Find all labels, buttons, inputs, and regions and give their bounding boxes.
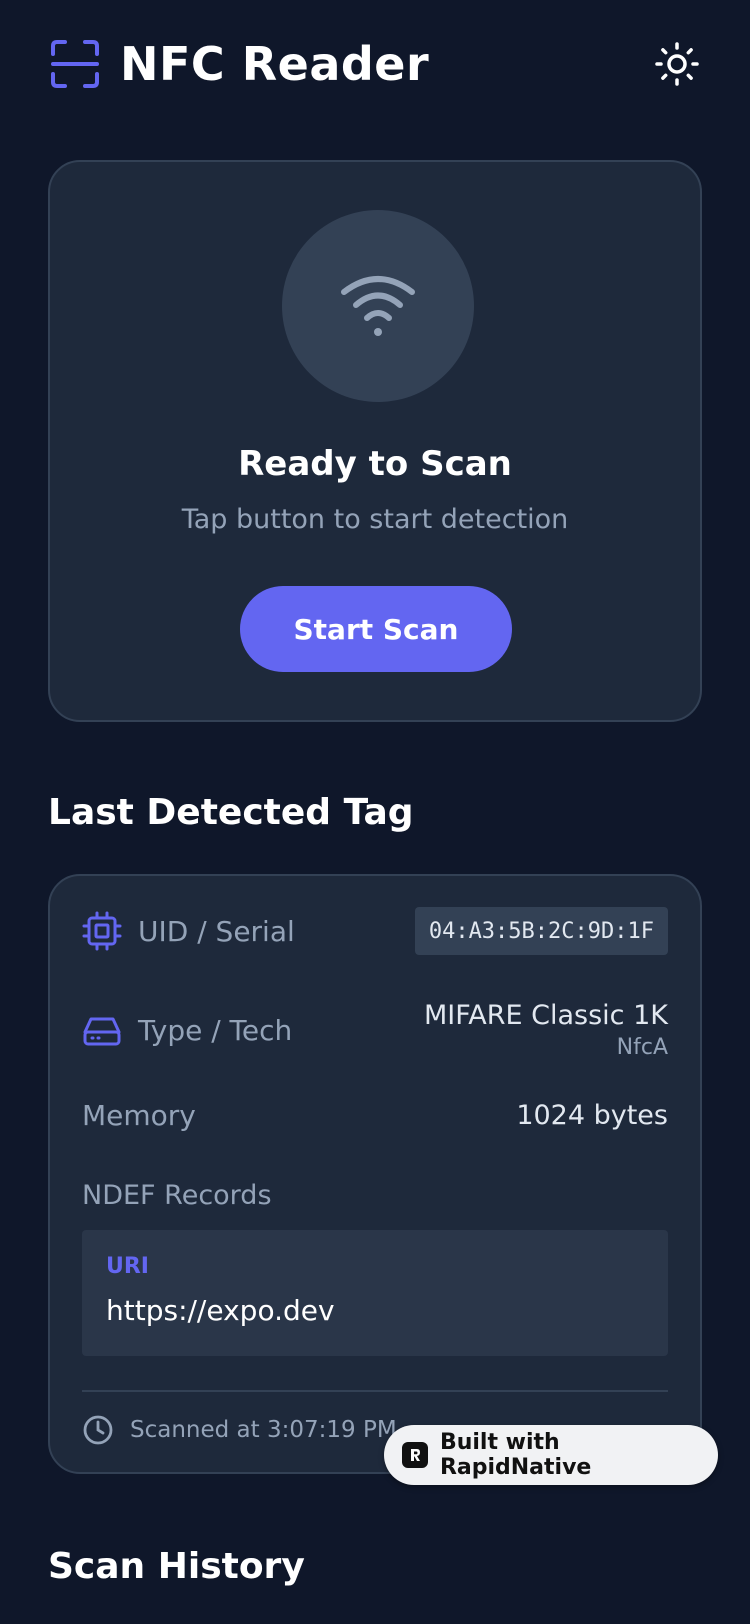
clock-icon — [83, 1415, 113, 1445]
badge-label: Built with RapidNative — [439, 1430, 592, 1480]
memory-label: Memory — [82, 1098, 196, 1132]
chip-icon — [82, 911, 122, 951]
last-detected-tag-title: Last Detected Tag — [48, 792, 414, 833]
rapidnative-logo-icon — [402, 1442, 428, 1468]
tech-value: NfcA — [616, 1035, 668, 1060]
scan-frame-icon — [51, 40, 99, 88]
wifi-signal-icon — [341, 276, 415, 336]
tag-details-card: UID / Serial 04:A3:5B:2C:9D:1F Type / Te… — [48, 874, 702, 1474]
type-value: MIFARE Classic 1K — [423, 1000, 668, 1031]
uid-row: UID / Serial 04:A3:5B:2C:9D:1F — [82, 906, 668, 956]
type-label: Type / Tech — [138, 1013, 293, 1047]
ndef-record: URI https://expo.dev — [82, 1230, 668, 1356]
record-type: URI — [106, 1254, 149, 1279]
scanned-time: Scanned at 3:07:19 PM — [130, 1417, 397, 1443]
header-brand: NFC Reader — [50, 37, 429, 91]
nfc-status-circle — [282, 210, 474, 402]
type-values: MIFARE Classic 1K NfcA — [424, 1000, 668, 1060]
record-value: https://expo.dev — [106, 1294, 335, 1327]
divider — [82, 1390, 668, 1392]
sun-icon — [655, 42, 699, 86]
memory-value: 1024 bytes — [516, 1099, 668, 1131]
scanned-time-row: Scanned at 3:07:19 PM — [82, 1410, 397, 1450]
type-label-group: Type / Tech — [82, 1010, 292, 1050]
scan-status-title: Ready to Scan — [238, 444, 512, 484]
scan-history-title: Scan History — [48, 1546, 305, 1587]
memory-row: Memory 1024 bytes — [82, 1092, 668, 1138]
ndef-records-label: NDEF Records — [82, 1180, 272, 1211]
hard-drive-icon — [83, 1017, 121, 1046]
app-title: NFC Reader — [120, 37, 430, 91]
built-with-badge[interactable]: Built with RapidNative — [384, 1425, 718, 1485]
uid-value: 04:A3:5B:2C:9D:1F — [414, 907, 668, 955]
app-screen: NFC Reader Ready to Scan Tap button to s… — [0, 0, 750, 1624]
theme-toggle-button[interactable] — [652, 39, 702, 89]
scan-status-subtitle: Tap button to start detection — [181, 504, 569, 535]
rapidnative-r-icon — [410, 1449, 420, 1461]
scan-card: Ready to Scan Tap button to start detect… — [48, 160, 702, 722]
start-scan-button[interactable]: Start Scan — [240, 586, 512, 672]
type-row: Type / Tech MIFARE Classic 1K NfcA — [82, 996, 668, 1064]
uid-label-group: UID / Serial — [82, 911, 295, 951]
header: NFC Reader — [50, 30, 702, 98]
uid-label: UID / Serial — [138, 914, 295, 948]
